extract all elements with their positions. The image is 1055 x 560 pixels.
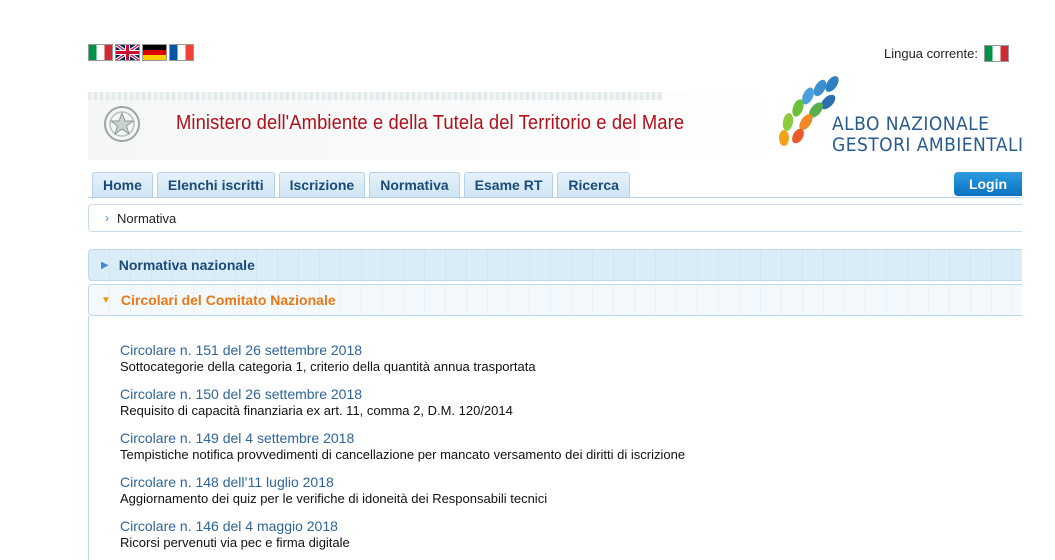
circolari-list: Circolare n. 151 del 26 settembre 2018 S…	[88, 316, 1022, 560]
banner-stripe	[88, 92, 663, 100]
triangle-right-icon: ▶	[101, 259, 109, 271]
breadcrumb-current: Normativa	[117, 210, 177, 226]
nav-elenchi-iscritti[interactable]: Elenchi iscritti	[156, 172, 275, 197]
section-circolari-label: Circolari del Comitato Nazionale	[120, 292, 336, 308]
nav-iscrizione[interactable]: Iscrizione	[278, 172, 366, 197]
circolare-link[interactable]: Circolare n. 149 del 4 settembre 2018	[120, 430, 685, 447]
current-language-label: Lingua corrente:	[884, 46, 978, 61]
nav-divider	[88, 197, 1022, 198]
main-nav: Home Elenchi iscritti Iscrizione Normati…	[92, 172, 630, 197]
republic-emblem-icon	[104, 106, 140, 142]
current-language: Lingua corrente:	[884, 45, 1009, 62]
list-item: Circolare n. 148 dell’11 luglio 2018 Agg…	[120, 474, 547, 507]
nav-home[interactable]: Home	[92, 172, 153, 197]
login-button[interactable]: Login	[954, 172, 1022, 196]
circolare-description: Sottocategorie della categoria 1, criter…	[120, 359, 536, 374]
header-banner: Ministero dell'Ambiente e della Tutela d…	[88, 76, 1023, 160]
chevron-right-icon: ›	[105, 211, 109, 225]
circolare-link[interactable]: Circolare n. 146 del 4 maggio 2018	[120, 518, 350, 535]
albo-title-line1: ALBO NAZIONALE	[832, 113, 990, 135]
circolare-link[interactable]: Circolare n. 151 del 26 settembre 2018	[120, 342, 536, 359]
nav-esame-rt[interactable]: Esame RT	[463, 172, 554, 197]
ministry-title: Ministero dell'Ambiente e della Tutela d…	[176, 112, 685, 134]
circolare-description: Tempistiche notifica provvedimenti di ca…	[120, 447, 686, 462]
list-item: Circolare n. 149 del 4 settembre 2018 Te…	[120, 430, 685, 463]
albo-title: ALBO NAZIONALE GESTORI AMBIENTALI	[832, 114, 1023, 156]
circolare-description: Aggiornamento dei quiz per le verifiche …	[120, 491, 548, 506]
italian-flag-icon	[983, 45, 1009, 62]
section-normativa-nazionale[interactable]: ▶ Normativa nazionale	[88, 249, 1022, 281]
circolare-link[interactable]: Circolare n. 148 dell’11 luglio 2018	[120, 474, 547, 491]
french-flag-icon[interactable]	[169, 44, 194, 61]
nav-normativa[interactable]: Normativa	[369, 172, 460, 197]
section-circolari[interactable]: ▼ Circolari del Comitato Nazionale	[88, 284, 1022, 316]
list-item: Circolare n. 151 del 26 settembre 2018 S…	[120, 342, 536, 375]
list-item: Circolare n. 150 del 26 settembre 2018 R…	[120, 386, 513, 419]
italian-flag-icon[interactable]	[88, 44, 113, 61]
language-flags	[88, 44, 194, 61]
section-normativa-nazionale-label: Normativa nazionale	[118, 257, 255, 273]
triangle-down-icon: ▼	[101, 294, 111, 306]
list-item: Circolare n. 146 del 4 maggio 2018 Ricor…	[120, 518, 350, 551]
breadcrumb: › Normativa	[88, 204, 1022, 232]
german-flag-icon[interactable]	[142, 44, 167, 61]
circolare-description: Ricorsi pervenuti via pec e firma digita…	[120, 535, 350, 550]
uk-flag-icon[interactable]	[115, 44, 140, 61]
circolare-description: Requisito di capacità finanziaria ex art…	[120, 403, 513, 418]
albo-title-line2: GESTORI AMBIENTALI	[832, 134, 1024, 156]
circolare-link[interactable]: Circolare n. 150 del 26 settembre 2018	[120, 386, 513, 403]
nav-ricerca[interactable]: Ricerca	[557, 172, 630, 197]
